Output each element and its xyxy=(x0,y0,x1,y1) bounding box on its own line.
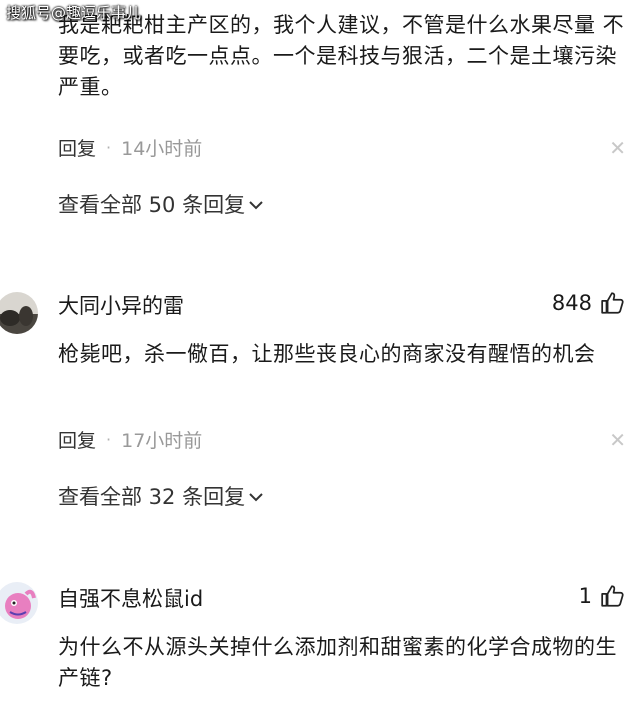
comment-text: 我是耙耙柑主产区的，我个人建议，不管是什么水果尽量 不要吃，或者吃一点点。一个是… xyxy=(58,13,625,99)
like-count[interactable]: 848 xyxy=(552,290,626,316)
avatar[interactable] xyxy=(0,582,38,624)
view-all-label: 查看全部 32 条回复 xyxy=(58,485,246,509)
thumbs-up-icon[interactable] xyxy=(600,583,626,609)
avatar[interactable] xyxy=(0,292,38,334)
like-count[interactable]: 1 xyxy=(579,583,626,609)
view-all-replies-link[interactable]: 查看全部 50 条回复 xyxy=(58,189,263,219)
separator-dot: · xyxy=(106,138,112,157)
separator-dot: · xyxy=(106,430,112,449)
like-count-value: 848 xyxy=(551,291,592,315)
timestamp: 17小时前 xyxy=(121,430,203,452)
thumbs-up-icon[interactable] xyxy=(600,290,626,316)
watermark: 搜狐号@趣逗乐事儿 xyxy=(6,4,142,22)
username[interactable]: 自强不息松鼠id xyxy=(58,583,203,613)
timestamp: 14小时前 xyxy=(121,138,203,160)
close-icon[interactable]: ✕ xyxy=(609,428,626,452)
username[interactable]: 大同小异的雷 xyxy=(58,290,184,320)
comment-meta: 回复 · 14小时前 ✕ xyxy=(58,134,626,161)
comment-text: 枪毙吧，杀一儆百，让那些丧良心的商家没有醒悟的机会 xyxy=(58,342,596,366)
comment-text: 为什么不从源头关掉什么添加剂和甜蜜素的化学合成物的生产链? xyxy=(58,635,617,690)
reply-button[interactable]: 回复 xyxy=(58,134,96,161)
chevron-down-icon xyxy=(249,195,263,214)
view-all-label: 查看全部 50 条回复 xyxy=(58,193,246,217)
chevron-down-icon xyxy=(249,487,263,506)
comment-meta: 回复 · 17小时前 ✕ xyxy=(58,426,626,453)
like-count-value: 1 xyxy=(578,584,592,608)
reply-button[interactable]: 回复 xyxy=(58,426,96,453)
close-icon[interactable]: ✕ xyxy=(609,136,626,160)
view-all-replies-link[interactable]: 查看全部 32 条回复 xyxy=(58,481,263,511)
